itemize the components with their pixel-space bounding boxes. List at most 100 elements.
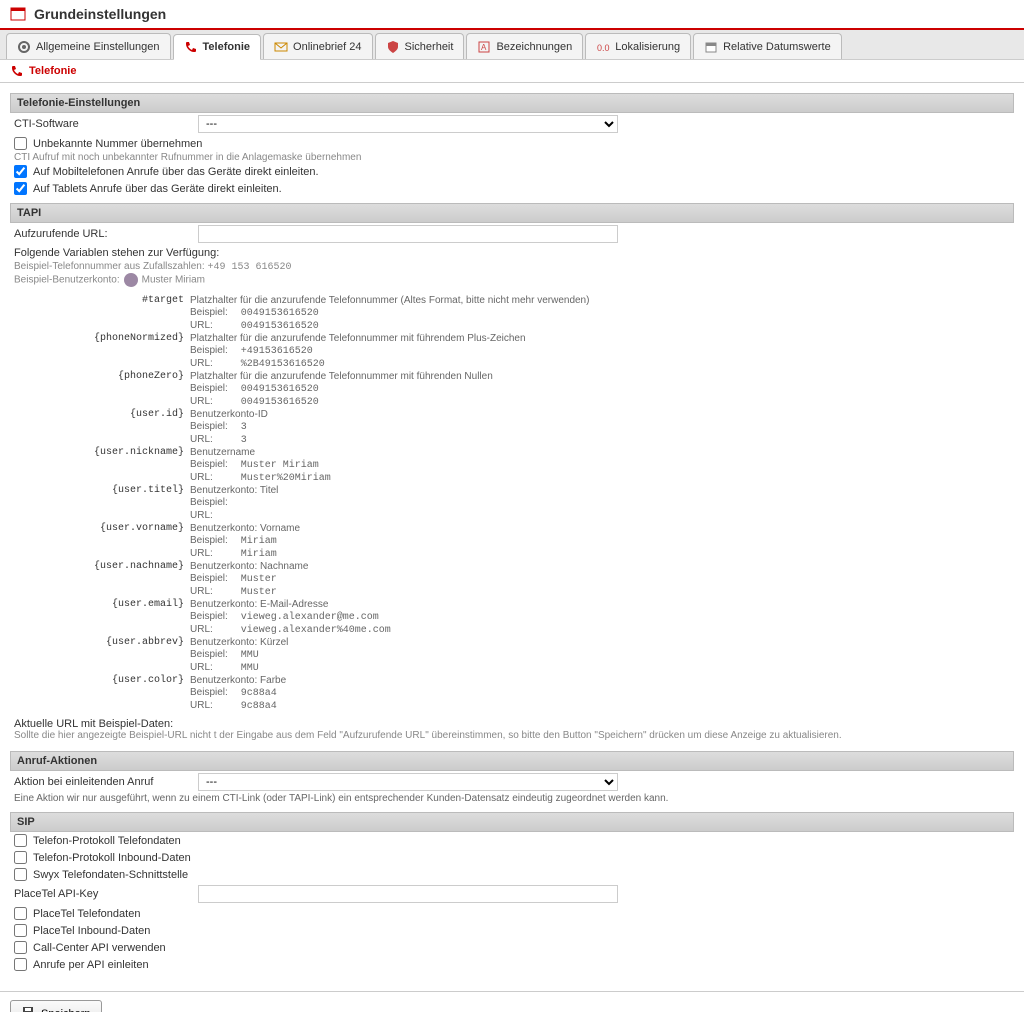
sip-chk-label-2: Swyx Telefondaten-Schnittstelle bbox=[33, 869, 188, 881]
var-key: {user.vorname} bbox=[10, 523, 190, 534]
globe-icon: 0.0 bbox=[596, 40, 610, 54]
tapi-url-input[interactable] bbox=[198, 225, 618, 243]
cti-software-select[interactable]: --- bbox=[198, 115, 618, 133]
var-example: Beispiel: 0049153616520 bbox=[190, 307, 1014, 319]
sip2-chk-label-2: Call-Center API verwenden bbox=[33, 942, 166, 954]
var-url: URL: 3 bbox=[190, 434, 1014, 446]
var-url: URL: Miriam bbox=[190, 548, 1014, 560]
var-example: Beispiel: bbox=[190, 497, 1014, 509]
sip2-chk-0[interactable] bbox=[14, 907, 27, 920]
tab-lokalisierung[interactable]: 0.0 Lokalisierung bbox=[585, 33, 691, 59]
tag-icon: A bbox=[477, 40, 491, 54]
calendar-icon bbox=[10, 6, 26, 22]
placetel-key-label: PlaceTel API-Key bbox=[14, 888, 194, 900]
section-actions-header: Anruf-Aktionen bbox=[10, 751, 1014, 771]
sip2-chk-label-0: PlaceTel Telefondaten bbox=[33, 908, 140, 920]
sip2-chk-3[interactable] bbox=[14, 958, 27, 971]
tab-label: Lokalisierung bbox=[615, 41, 680, 53]
action-select[interactable]: --- bbox=[198, 773, 618, 791]
var-desc: Benutzerkonto: Kürzel bbox=[190, 637, 1014, 648]
sip-chk-label-1: Telefon-Protokoll Inbound-Daten bbox=[33, 852, 191, 864]
var-desc: Benutzername bbox=[190, 447, 1014, 458]
sip2-chk-2[interactable] bbox=[14, 941, 27, 954]
sip-chk-label-0: Telefon-Protokoll Telefondaten bbox=[33, 835, 181, 847]
tab-label: Sicherheit bbox=[405, 41, 454, 53]
svg-text:A: A bbox=[481, 43, 487, 52]
var-key: {phoneZero} bbox=[10, 371, 190, 382]
variables-grid: #targetPlatzhalter für die anzurufende T… bbox=[10, 295, 1014, 712]
section-telefonie-header: Telefonie-Einstellungen bbox=[10, 93, 1014, 113]
var-key: {user.id} bbox=[10, 409, 190, 420]
unknown-hint: CTI Aufruf mit noch unbekannter Rufnumme… bbox=[10, 152, 1014, 163]
var-key: #target bbox=[10, 295, 190, 306]
save-label: Speichern bbox=[41, 1008, 91, 1012]
sip-chk-2[interactable] bbox=[14, 868, 27, 881]
tab-datumswerte[interactable]: Relative Datumswerte bbox=[693, 33, 842, 59]
sip2-chk-label-1: PlaceTel Inbound-Daten bbox=[33, 925, 150, 937]
tab-label: Onlinebrief 24 bbox=[293, 41, 362, 53]
var-url: URL: vieweg.alexander%40me.com bbox=[190, 624, 1014, 636]
tab-label: Bezeichnungen bbox=[496, 41, 572, 53]
tab-allgemeine[interactable]: Allgemeine Einstellungen bbox=[6, 33, 171, 59]
var-example: Beispiel: 9c88a4 bbox=[190, 687, 1014, 699]
var-key: {phoneNormized} bbox=[10, 333, 190, 344]
var-desc: Benutzerkonto: Nachname bbox=[190, 561, 1014, 572]
tab-bar: Allgemeine Einstellungen Telefonie Onlin… bbox=[0, 30, 1024, 60]
sip2-chk-1[interactable] bbox=[14, 924, 27, 937]
var-key: {user.titel} bbox=[10, 485, 190, 496]
chk-mobile-label: Auf Mobiltelefonen Anrufe über das Gerät… bbox=[33, 166, 319, 178]
var-desc: Platzhalter für die anzurufende Telefonn… bbox=[190, 333, 1014, 344]
var-example: Beispiel: Muster bbox=[190, 573, 1014, 585]
gear-icon bbox=[17, 40, 31, 54]
action-hint: Eine Aktion wir nur ausgeführt, wenn zu … bbox=[10, 793, 1014, 806]
save-button[interactable]: Speichern bbox=[10, 1000, 102, 1012]
sample-user-line: Beispiel-Benutzerkonto:Muster Miriam bbox=[10, 273, 1014, 291]
page-header: Grundeinstellungen bbox=[0, 0, 1024, 30]
footer: Speichern bbox=[0, 991, 1024, 1012]
tapi-url-label: Aufzurufende URL: bbox=[14, 228, 194, 240]
svg-text:0.0: 0.0 bbox=[597, 43, 610, 53]
sip-chk-0[interactable] bbox=[14, 834, 27, 847]
var-example: Beispiel: Muster Miriam bbox=[190, 459, 1014, 471]
var-example: Beispiel: 3 bbox=[190, 421, 1014, 433]
var-url: URL: %2B49153616520 bbox=[190, 358, 1014, 370]
var-example: Beispiel: +49153616520 bbox=[190, 345, 1014, 357]
section-tapi-header: TAPI bbox=[10, 203, 1014, 223]
placetel-key-input[interactable] bbox=[198, 885, 618, 903]
var-url: URL: 9c88a4 bbox=[190, 700, 1014, 712]
section-sip-header: SIP bbox=[10, 812, 1014, 832]
chk-tablet-label: Auf Tablets Anrufe über das Geräte direk… bbox=[33, 183, 282, 195]
var-url: URL: 0049153616520 bbox=[190, 396, 1014, 408]
current-url-hint: Sollte die hier angezeigte Beispiel-URL … bbox=[10, 730, 1014, 745]
vars-intro: Folgende Variablen stehen zur Verfügung: bbox=[10, 245, 1014, 261]
var-url: URL: 0049153616520 bbox=[190, 320, 1014, 332]
chk-unknown-number[interactable] bbox=[14, 137, 27, 150]
tab-label: Relative Datumswerte bbox=[723, 41, 831, 53]
tab-telefonie[interactable]: Telefonie bbox=[173, 34, 261, 60]
var-example: Beispiel: Miriam bbox=[190, 535, 1014, 547]
var-key: {user.nachname} bbox=[10, 561, 190, 572]
tab-onlinebrief[interactable]: Onlinebrief 24 bbox=[263, 33, 373, 59]
calendar-small-icon bbox=[704, 40, 718, 54]
sip-chk-1[interactable] bbox=[14, 851, 27, 864]
tab-sicherheit[interactable]: Sicherheit bbox=[375, 33, 465, 59]
action-label: Aktion bei einleitenden Anruf bbox=[14, 776, 194, 788]
avatar-icon bbox=[124, 273, 138, 287]
var-desc: Platzhalter für die anzurufende Telefonn… bbox=[190, 295, 1014, 306]
var-desc: Benutzerkonto: Farbe bbox=[190, 675, 1014, 686]
shield-icon bbox=[386, 40, 400, 54]
var-url: URL: MMU bbox=[190, 662, 1014, 674]
var-desc: Platzhalter für die anzurufende Telefonn… bbox=[190, 371, 1014, 382]
phone-icon bbox=[10, 64, 24, 78]
chk-mobile[interactable] bbox=[14, 165, 27, 178]
var-url: URL: Muster bbox=[190, 586, 1014, 598]
var-key: {user.email} bbox=[10, 599, 190, 610]
chk-unknown-label: Unbekannte Nummer übernehmen bbox=[33, 138, 202, 150]
tab-label: Telefonie bbox=[203, 41, 250, 53]
sample-number-line: Beispiel-Telefonnummer aus Zufallszahlen… bbox=[10, 261, 1014, 273]
var-url: URL: Muster%20Miriam bbox=[190, 472, 1014, 484]
chk-tablet[interactable] bbox=[14, 182, 27, 195]
current-url-label: Aktuelle URL mit Beispiel-Daten: bbox=[10, 712, 1014, 730]
mail-icon bbox=[274, 40, 288, 54]
tab-bezeichnungen[interactable]: A Bezeichnungen bbox=[466, 33, 583, 59]
